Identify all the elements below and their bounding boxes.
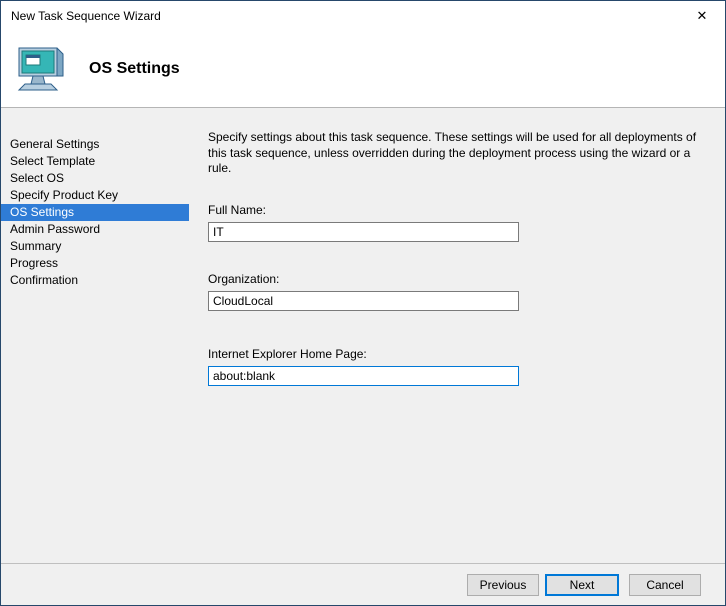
page-description: Specify settings about this task sequenc…: [208, 130, 697, 175]
full-name-label: Full Name:: [208, 202, 267, 217]
sidebar-item-summary[interactable]: Summary: [1, 238, 197, 255]
wizard-body: General Settings Select Template Select …: [1, 108, 725, 563]
ie-home-page-input[interactable]: [208, 365, 519, 386]
ie-home-page-label: Internet Explorer Home Page:: [208, 346, 367, 361]
sidebar-item-select-template[interactable]: Select Template: [1, 153, 197, 170]
wizard-window: New Task Sequence Wizard ✕ OS Settings G…: [0, 0, 726, 606]
cancel-button[interactable]: Cancel: [629, 573, 701, 596]
sidebar-item-progress[interactable]: Progress: [1, 255, 197, 272]
computer-monitor-icon: [13, 46, 65, 92]
organization-input[interactable]: [208, 290, 519, 311]
titlebar: New Task Sequence Wizard ✕: [1, 1, 725, 31]
sidebar-item-select-os[interactable]: Select OS: [1, 170, 197, 187]
sidebar-item-admin-password[interactable]: Admin Password: [1, 221, 197, 238]
full-name-input[interactable]: [208, 221, 519, 242]
full-name-field-group: Full Name:: [208, 203, 711, 242]
sidebar-item-os-settings[interactable]: OS Settings: [1, 204, 189, 221]
next-button[interactable]: Next: [545, 573, 619, 596]
sidebar-item-confirmation[interactable]: Confirmation: [1, 272, 197, 289]
window-title: New Task Sequence Wizard: [11, 9, 161, 23]
close-button[interactable]: ✕: [679, 1, 725, 31]
organization-field-group: Organization:: [208, 272, 711, 311]
page-content: Specify settings about this task sequenc…: [197, 108, 725, 563]
wizard-footer: Previous Next Cancel: [1, 563, 725, 605]
previous-button[interactable]: Previous: [467, 573, 539, 596]
close-icon: ✕: [696, 8, 708, 23]
sidebar-item-general-settings[interactable]: General Settings: [1, 136, 197, 153]
wizard-steps-sidebar: General Settings Select Template Select …: [1, 108, 197, 563]
page-title: OS Settings: [89, 60, 180, 77]
organization-label: Organization:: [208, 271, 280, 286]
sidebar-item-specify-product-key[interactable]: Specify Product Key: [1, 187, 197, 204]
ie-home-page-field-group: Internet Explorer Home Page:: [208, 347, 711, 386]
wizard-header: OS Settings: [1, 31, 725, 108]
